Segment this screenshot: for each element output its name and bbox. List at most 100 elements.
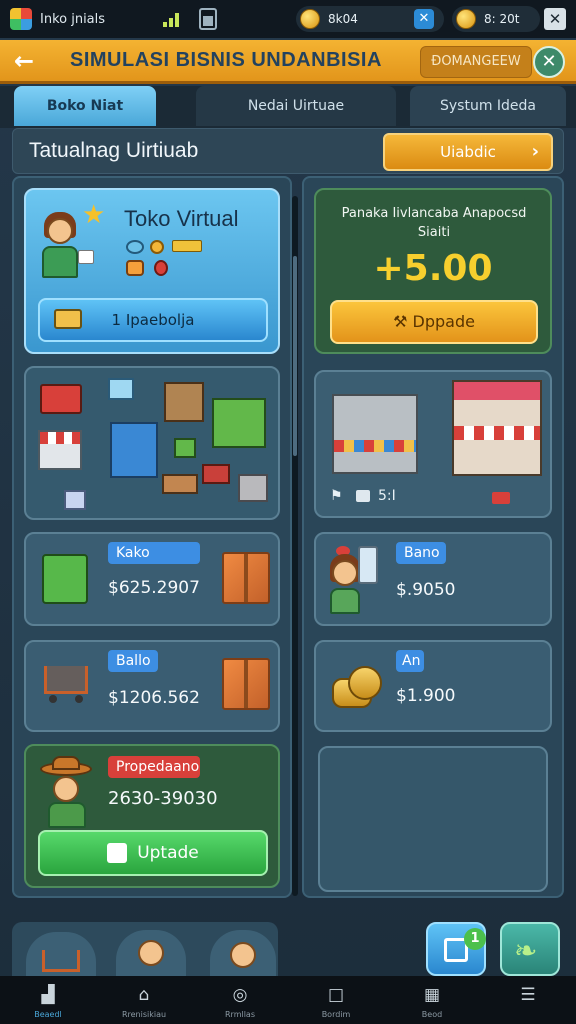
item-price-an: $1.900 [396, 686, 456, 706]
pin-icon: ⚑ [330, 488, 343, 504]
top-update-label: Uiabdic [440, 143, 496, 161]
item-card-an[interactable]: An $1.900 [314, 640, 552, 732]
tab-bar: Boko Niat Nedai Uirtuae Systum Ideda [0, 86, 576, 128]
nav-item-grid[interactable]: ▦ Beod [384, 976, 480, 1024]
kiosk-icon [212, 398, 266, 448]
item-label-bano: Bano [396, 542, 446, 564]
building-caption: 5:I [378, 488, 396, 504]
nav-item-menu[interactable]: ☰ [480, 976, 576, 1024]
crate-icon [174, 438, 196, 458]
hammer-icon: ⚒ [393, 312, 413, 331]
item-card-bano[interactable]: Bano $.9050 [314, 532, 552, 626]
sign-icon [40, 384, 82, 414]
farmer-avatar [40, 756, 96, 830]
item-price-ballo: $1206.562 [108, 688, 200, 708]
gold-coins-icon [332, 666, 384, 710]
promo-label: Propedaano [108, 756, 200, 778]
section-title-row: Tatualnag Uirtiuab Uiabdic › [12, 128, 564, 174]
shelf-icon [164, 382, 204, 422]
building-icon [332, 394, 418, 474]
header-action-button[interactable]: ĐOMANGEEW [420, 46, 532, 78]
business-assets-panel[interactable] [24, 366, 280, 520]
menu-icon: ☰ [520, 985, 536, 1005]
tab-systum-ideda[interactable]: Systum Ideda [410, 86, 566, 126]
item-card-ballo[interactable]: Ballo $1206.562 [24, 640, 280, 732]
currency-pill-gems[interactable]: 8: 20t [452, 6, 540, 32]
item-label-ballo: Ballo [108, 650, 158, 672]
app-name: Inko jnials [40, 11, 106, 27]
promo-update-label: Uptade [137, 843, 199, 863]
cart-slot[interactable] [26, 932, 96, 978]
game-screen: Inko jnials 8k04 ✕ 8: 20t ✕ ← SIMULASI B… [0, 0, 576, 1024]
planter-icon [162, 474, 198, 494]
nav-item-shop[interactable]: ⌂ Rrenisikiau [96, 976, 192, 1024]
cart-icon [42, 950, 80, 972]
note-icon [107, 843, 128, 863]
battery-icon [199, 8, 218, 30]
promo-card: Propedaano 2630-39030 Uptade [24, 744, 280, 888]
girl-avatar [230, 942, 256, 968]
star-icon: ★ [82, 200, 106, 230]
toko-virtual-card[interactable]: ★ Toko Virtual 1 Ipaebolja [24, 188, 280, 354]
recycle-bin-icon [42, 554, 88, 604]
balance-update-label: Dppade [412, 312, 475, 331]
scrollbar[interactable] [292, 196, 298, 896]
coin-small-icon [150, 240, 164, 254]
ticket-icon [172, 240, 202, 252]
bar-chart-icon: ▟ [41, 985, 55, 1005]
bowl-icon [126, 240, 144, 254]
leaf-icon: ❧ [514, 934, 538, 967]
nav-item-home[interactable]: ▟ Beaedl [0, 976, 96, 1024]
coin-icon [300, 9, 320, 29]
empty-slot-card[interactable] [318, 746, 548, 892]
package-icon [64, 490, 86, 510]
inbox-button[interactable]: 1 [426, 922, 486, 976]
close-app-button[interactable]: ✕ [544, 8, 566, 30]
notification-badge: 1 [464, 928, 486, 950]
shop-title: Toko Virtual [124, 206, 239, 231]
character-tray [12, 922, 278, 978]
nav-item-stats[interactable]: ◎ Rrmllas [192, 976, 288, 1024]
window-icon [108, 378, 134, 400]
square-icon: □ [327, 985, 345, 1005]
tab-boko-niat[interactable]: Boko Niat [14, 86, 156, 126]
top-update-button[interactable]: Uiabdic › [383, 133, 553, 171]
storefront-icon [452, 380, 542, 476]
item-price-bano: $.9050 [396, 580, 456, 600]
box-icon [222, 552, 270, 604]
item-label-kako: Kako [108, 542, 200, 564]
shopping-cart-icon [44, 666, 88, 703]
header-bar: ← SIMULASI BISNIS UNDANBISIA ĐOMANGEEW ✕ [0, 40, 576, 84]
promo-range: 2630-39030 [108, 788, 218, 809]
back-arrow-icon[interactable]: ← [0, 47, 48, 75]
character-slot-boy[interactable] [116, 930, 186, 978]
item-label-an: An [396, 650, 424, 672]
buildings-panel[interactable]: ⚑ 5:I [314, 370, 552, 518]
page-header-title: SIMULASI BISNIS UNDANBISIA [70, 49, 382, 71]
header-close-button[interactable]: ✕ [533, 46, 565, 78]
item-card-kako[interactable]: Kako $625.2907 [24, 532, 280, 626]
tab-nedai-uirtuae[interactable]: Nedai Uirtuae [196, 86, 396, 126]
nav-label: Rrenisikiau [121, 1010, 167, 1019]
bottom-nav: ▟ Beaedl ⌂ Rrenisikiau ◎ Rrmllas □ Bordi… [0, 976, 576, 1024]
smiley-coin-icon [456, 9, 476, 29]
tools-icon: ✕ [414, 9, 434, 29]
promo-update-button[interactable]: Uptade [38, 830, 268, 876]
box-icon [222, 658, 270, 710]
nav-label: Bordim [321, 1010, 351, 1019]
safe-icon [238, 474, 268, 502]
scrollbar-thumb[interactable] [293, 256, 297, 456]
currency-gems-value: 8: 20t [484, 12, 520, 26]
grid-icon: ▦ [423, 985, 441, 1005]
food-box-icon [54, 309, 82, 329]
shop-action-button[interactable]: 1 Ipaebolja [38, 298, 268, 342]
currency-pill-coins[interactable]: 8k04 ✕ [296, 6, 444, 32]
leaf-button[interactable]: ❧ [500, 922, 560, 976]
character-slot-girl[interactable] [210, 930, 276, 978]
ticket-small-icon [492, 492, 510, 504]
shop-action-label: 1 Ipaebolja [111, 311, 195, 329]
nav-item-board[interactable]: □ Bordim [288, 976, 384, 1024]
balance-update-button[interactable]: ⚒ Dppade [330, 300, 538, 344]
vendor-avatar [326, 546, 378, 618]
app-logo-icon [10, 8, 32, 30]
